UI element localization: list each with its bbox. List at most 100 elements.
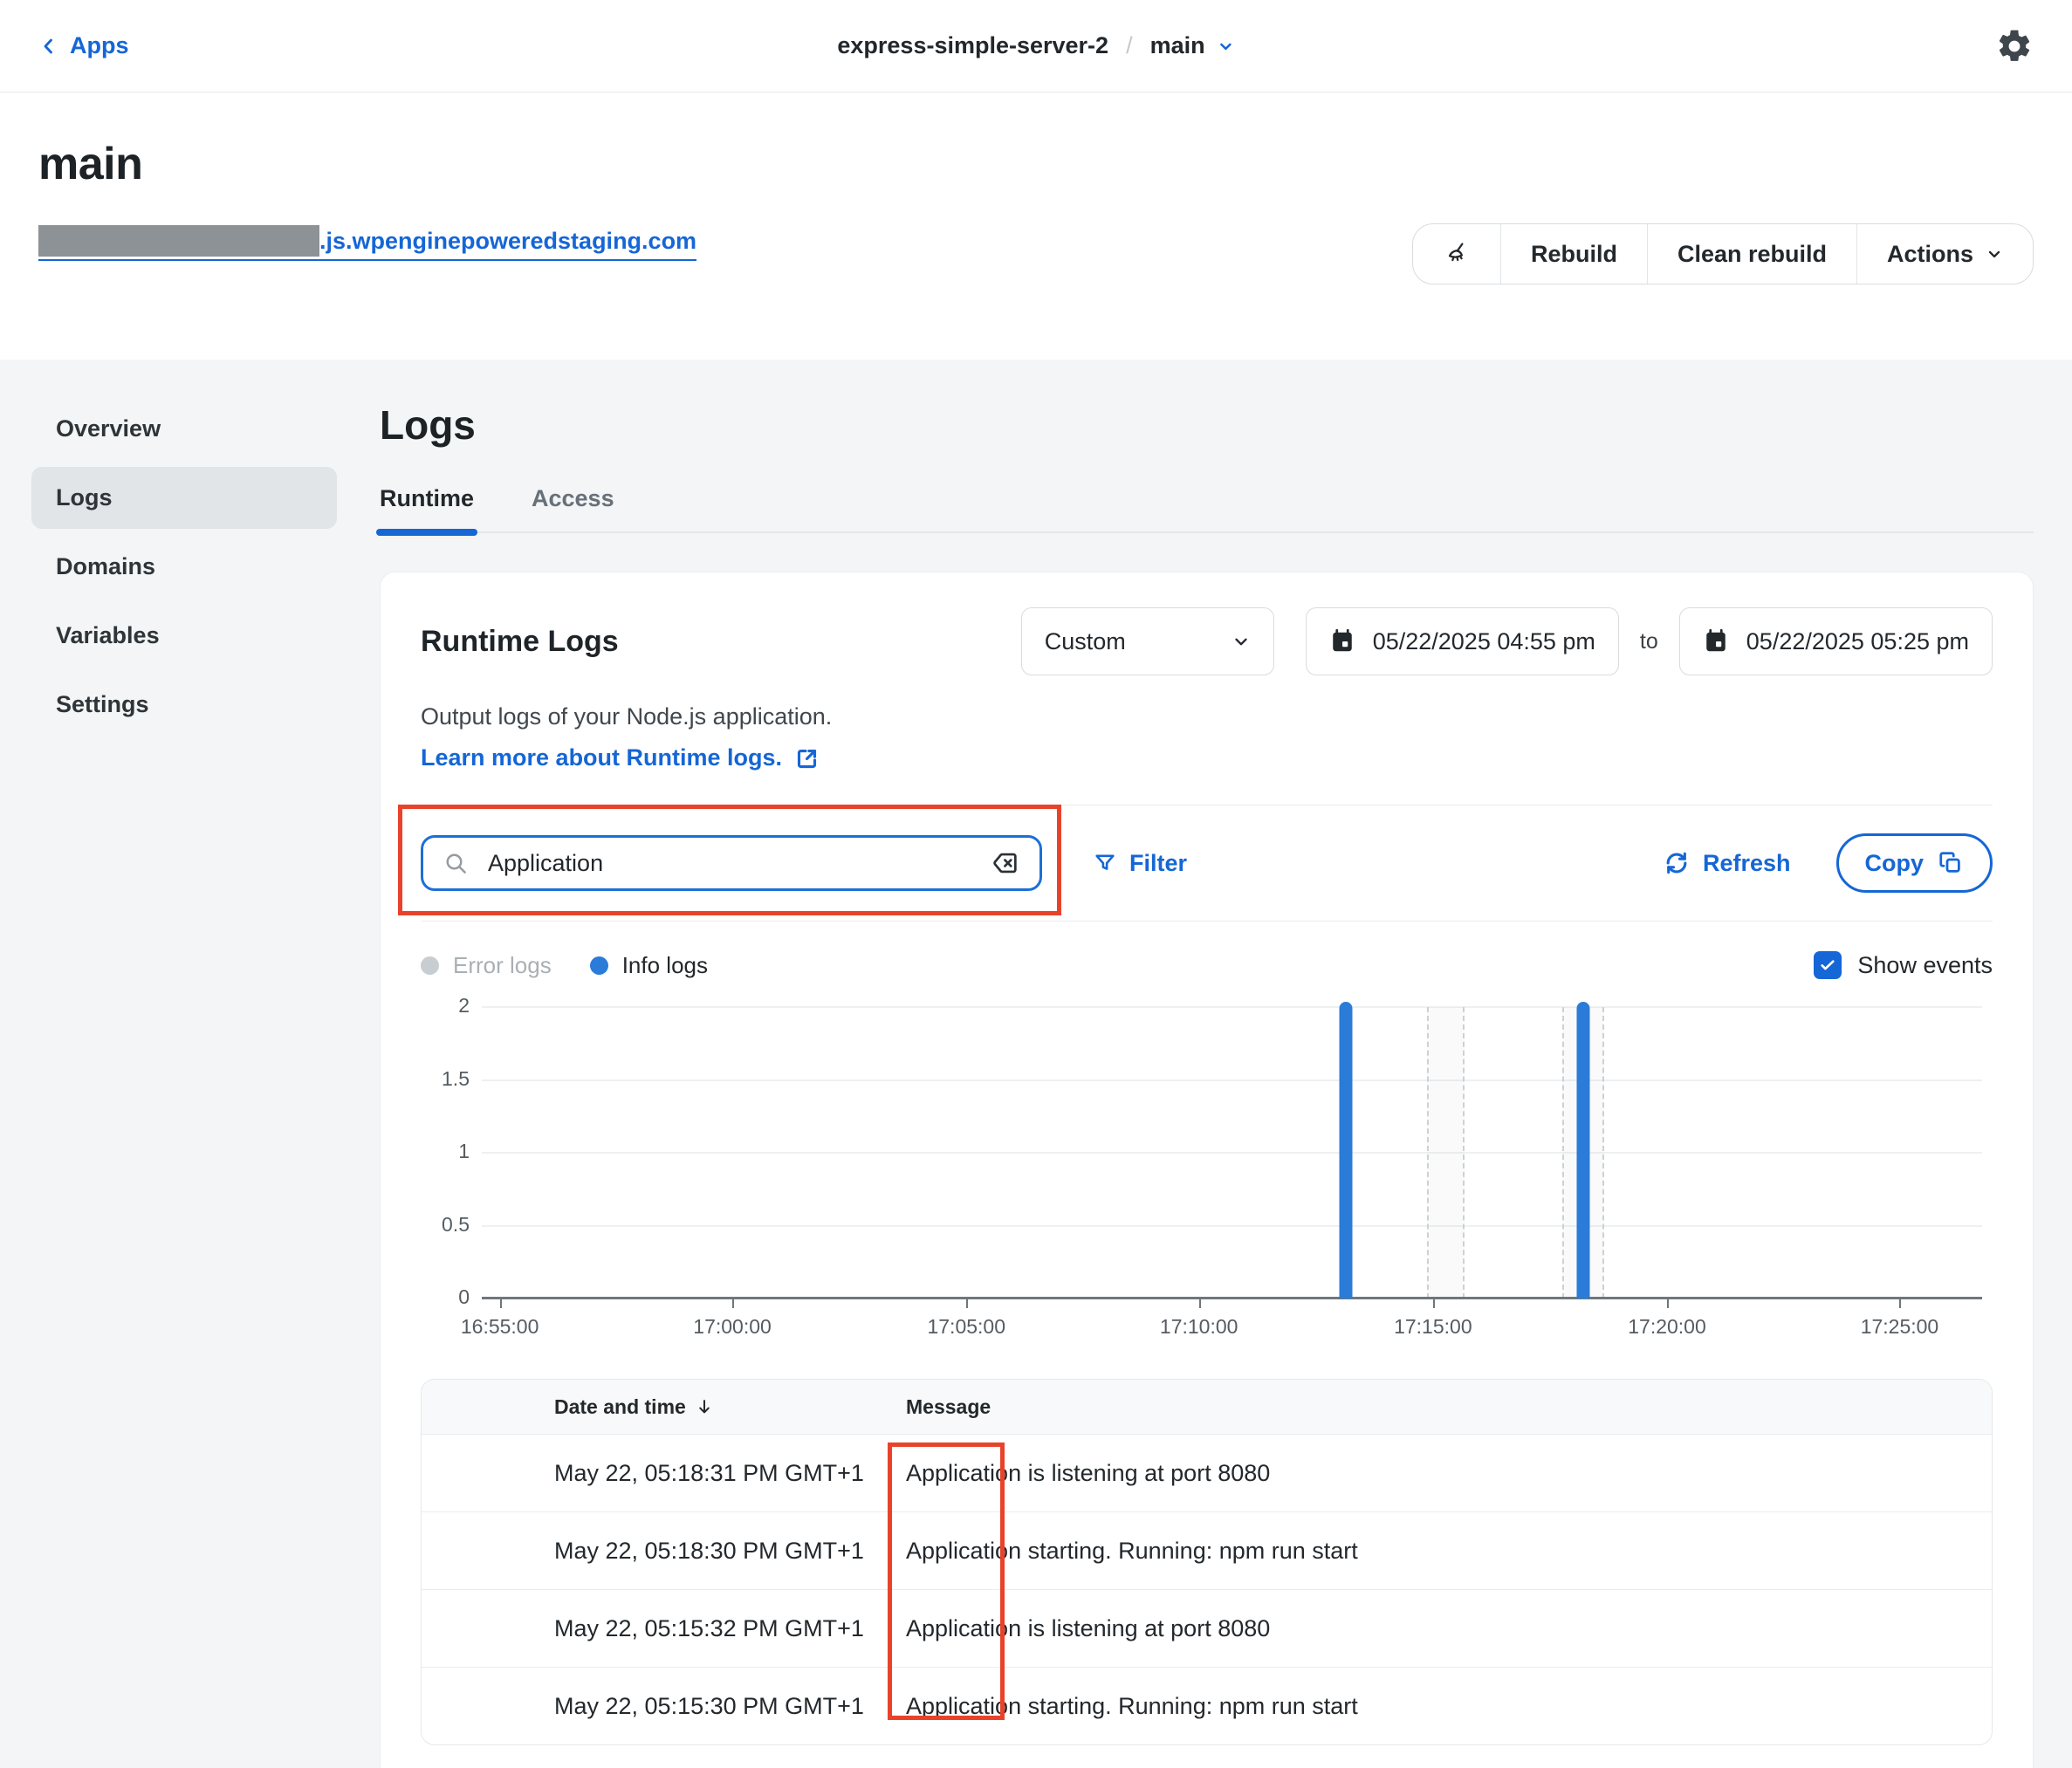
error-logs-dot-icon	[421, 956, 439, 975]
tab-runtime[interactable]: Runtime	[380, 485, 474, 531]
filter-label: Filter	[1129, 850, 1187, 877]
main-column: Logs Runtime Access Runtime Logs Custom	[380, 398, 2034, 1768]
date-range-to-label: to	[1640, 629, 1658, 654]
calendar-icon	[1703, 628, 1729, 654]
gridline	[482, 1225, 1982, 1227]
logs-table-header: Date and time Message	[422, 1380, 1992, 1434]
date-from-value: 05/22/2025 04:55 pm	[1373, 628, 1595, 655]
show-events-checkbox[interactable]: Show events	[1814, 951, 1993, 979]
sidebar-item-overview[interactable]: Overview	[31, 398, 337, 460]
legend-error-logs[interactable]: Error logs	[421, 952, 552, 979]
sort-descending-icon[interactable]	[695, 1397, 714, 1416]
legend-error-label: Error logs	[453, 952, 552, 979]
date-from-input[interactable]: 05/22/2025 04:55 pm	[1306, 607, 1619, 675]
sidebar-item-variables[interactable]: Variables	[31, 605, 337, 667]
back-to-apps-link[interactable]: Apps	[38, 32, 129, 59]
event-band	[1427, 1007, 1465, 1299]
tab-access[interactable]: Access	[532, 485, 614, 531]
column-header-datetime[interactable]: Date and time	[422, 1395, 906, 1419]
x-axis-tickmark	[1667, 1299, 1669, 1308]
panel-title: Runtime Logs	[421, 625, 619, 659]
chevron-down-icon	[1232, 632, 1251, 651]
breadcrumb: express-simple-server-2 / main	[837, 32, 1234, 59]
calendar-icon	[1329, 628, 1355, 654]
external-link-icon	[794, 745, 820, 771]
clean-rebuild-button[interactable]: Clean rebuild	[1648, 224, 1856, 284]
datetime-header-label: Date and time	[554, 1395, 686, 1419]
x-axis-tick-label: 16:55:00	[461, 1315, 539, 1339]
range-select-value: Custom	[1045, 628, 1126, 655]
filter-button[interactable]: Filter	[1093, 850, 1187, 877]
clear-search-icon[interactable]	[991, 848, 1020, 878]
refresh-label: Refresh	[1703, 850, 1791, 877]
search-input-value: Application	[488, 850, 991, 877]
table-row[interactable]: May 22, 05:15:32 PM GMT+1 Application is…	[422, 1589, 1992, 1667]
legend-info-logs[interactable]: Info logs	[590, 952, 708, 979]
sidebar-item-domains[interactable]: Domains	[31, 536, 337, 598]
refresh-button[interactable]: Refresh	[1663, 849, 1791, 877]
page-header: main .js.wpenginepoweredstaging.com Rebu…	[0, 93, 2072, 360]
learn-more-link[interactable]: Learn more about Runtime logs.	[421, 744, 820, 771]
broom-icon	[1443, 240, 1471, 268]
gridline	[482, 1006, 1982, 1008]
range-select[interactable]: Custom	[1021, 607, 1274, 675]
content-area: Overview Logs Domains Variables Settings…	[0, 360, 2072, 1768]
date-to-value: 05/22/2025 05:25 pm	[1746, 628, 1969, 655]
actions-label: Actions	[1887, 241, 1973, 268]
log-message: Application is listening at port 8080	[906, 1460, 1992, 1487]
top-bar: Apps express-simple-server-2 / main	[0, 0, 2072, 93]
y-axis-tick-label: 0	[421, 1285, 470, 1309]
y-axis-tick-label: 2	[421, 994, 470, 1018]
x-axis-tick-label: 17:25:00	[1861, 1315, 1939, 1339]
x-axis-tickmark	[1199, 1299, 1201, 1308]
url-visible-text: .js.wpenginepoweredstaging.com	[319, 225, 696, 257]
log-message: Application is listening at port 8080	[906, 1615, 1992, 1642]
chart-plot-area: 00.511.5216:55:0017:00:0017:05:0017:10:0…	[482, 1007, 1982, 1299]
log-datetime: May 22, 05:18:30 PM GMT+1	[422, 1538, 906, 1565]
actions-menu-button[interactable]: Actions	[1857, 224, 2033, 284]
show-events-label: Show events	[1857, 952, 1993, 979]
x-axis-tick-label: 17:20:00	[1628, 1315, 1706, 1339]
rebuild-button[interactable]: Rebuild	[1501, 224, 1647, 284]
x-axis-tick-label: 17:00:00	[693, 1315, 772, 1339]
log-count-bar	[1576, 1002, 1589, 1299]
log-datetime: May 22, 05:15:32 PM GMT+1	[422, 1615, 906, 1642]
log-count-bar	[1340, 1002, 1353, 1299]
table-row[interactable]: May 22, 05:15:30 PM GMT+1 Application st…	[422, 1667, 1992, 1744]
sidebar-item-settings[interactable]: Settings	[31, 674, 337, 736]
environment-url-link[interactable]: .js.wpenginepoweredstaging.com	[38, 225, 696, 261]
breadcrumb-app-name: express-simple-server-2	[837, 32, 1108, 59]
x-axis-tickmark	[1899, 1299, 1901, 1308]
sidebar-item-logs[interactable]: Logs	[31, 467, 337, 529]
rebuild-label: Rebuild	[1531, 241, 1617, 268]
chevron-down-icon[interactable]	[1218, 38, 1235, 55]
purge-cache-button[interactable]	[1413, 224, 1500, 284]
gridline	[482, 1152, 1982, 1154]
logs-tabs: Runtime Access	[380, 485, 2034, 533]
log-message: Application starting. Running: npm run s…	[906, 1693, 1992, 1720]
search-input[interactable]: Application	[421, 835, 1042, 891]
page-title: main	[38, 138, 696, 190]
panel-description: Output logs of your Node.js application.	[421, 703, 1993, 730]
date-to-input[interactable]: 05/22/2025 05:25 pm	[1679, 607, 1993, 675]
x-axis-tick-label: 17:10:00	[1160, 1315, 1238, 1339]
column-header-message[interactable]: Message	[906, 1395, 1992, 1419]
breadcrumb-environment[interactable]: main	[1150, 32, 1205, 59]
copy-button[interactable]: Copy	[1836, 833, 1993, 893]
settings-gear-icon[interactable]	[1995, 27, 2034, 65]
copy-label: Copy	[1865, 850, 1924, 877]
y-axis-tick-label: 1	[421, 1140, 470, 1163]
log-datetime: May 22, 05:18:31 PM GMT+1	[422, 1460, 906, 1487]
funnel-icon	[1093, 851, 1117, 875]
x-axis-tickmark	[732, 1299, 734, 1308]
table-row[interactable]: May 22, 05:18:31 PM GMT+1 Application is…	[422, 1434, 1992, 1511]
table-row[interactable]: May 22, 05:18:30 PM GMT+1 Application st…	[422, 1511, 1992, 1589]
checkbox-checked-icon[interactable]	[1814, 951, 1842, 979]
x-axis-tickmark	[1433, 1299, 1435, 1308]
y-axis-tick-label: 1.5	[421, 1067, 470, 1091]
breadcrumb-separator: /	[1126, 32, 1133, 59]
x-axis-line	[482, 1297, 1982, 1299]
redacted-url-segment	[38, 225, 319, 257]
time-range-controls: Custom 05/22/2025 04:55 pm to	[1021, 607, 1993, 675]
refresh-icon	[1663, 849, 1691, 877]
